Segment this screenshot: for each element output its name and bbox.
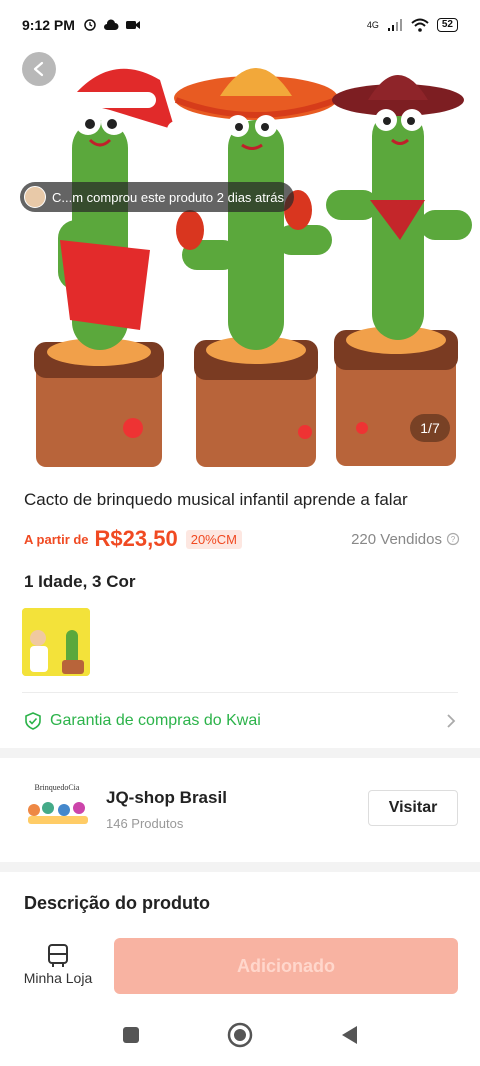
system-navigation-bar — [0, 1004, 480, 1066]
bottom-action-bar: Minha Loja Adicionado — [0, 930, 480, 1004]
variant-thumbnail[interactable] — [22, 608, 90, 676]
cactus-left-illustration — [34, 68, 185, 467]
my-store-label: Minha Loja — [23, 970, 93, 986]
store-icon — [48, 944, 68, 967]
status-time: 9:12 PM — [22, 17, 75, 33]
add-to-cart-button[interactable]: Adicionado — [114, 938, 458, 994]
product-image-carousel[interactable]: C...m comprou este produto 2 dias atrás … — [0, 0, 480, 470]
price-row: A partir de R$23,50 20%CM 220 Vendidos ? — [24, 524, 460, 554]
shop-product-count: 146 Produtos — [106, 816, 184, 831]
status-bar: 9:12 PM 4G 52 — [0, 0, 480, 50]
variant-summary[interactable]: 1 Idade, 3 Cor — [24, 572, 135, 592]
triangle-back-icon[interactable] — [339, 1024, 359, 1046]
variant-thumbnail-image — [22, 608, 90, 676]
signal-icon — [387, 19, 402, 31]
price-prefix: A partir de — [24, 531, 89, 547]
shop-logo[interactable]: BrinquedoCia — [22, 778, 92, 838]
shop-logo-text: BrinquedoCia — [35, 783, 80, 792]
video-camera-icon — [125, 21, 140, 29]
recent-purchase-toast: C...m comprou este produto 2 dias atrás — [20, 182, 294, 212]
square-icon[interactable] — [121, 1025, 141, 1045]
chevron-right-icon — [447, 714, 456, 728]
network-type: 4G — [366, 20, 379, 30]
wifi-icon — [411, 18, 429, 32]
battery-indicator: 52 — [436, 18, 458, 32]
visit-shop-button[interactable]: Visitar — [368, 790, 458, 826]
cloud-icon — [103, 19, 119, 30]
sold-count-text: 220 Vendidos — [351, 530, 442, 548]
product-title: Cacto de brinquedo musical infantil apre… — [24, 490, 408, 509]
svg-text:?: ? — [451, 535, 456, 544]
back-button[interactable] — [22, 52, 56, 86]
image-page-indicator: 1/7 — [410, 414, 450, 442]
purchase-guarantee-row[interactable]: Garantia de compras do Kwai — [24, 704, 456, 738]
circle-icon[interactable] — [227, 1022, 253, 1048]
product-price: R$23,50 — [94, 526, 178, 551]
description-title: Descrição do produto — [24, 893, 211, 913]
back-arrow-icon — [33, 61, 44, 77]
recent-purchase-text: C...m comprou este produto 2 dias atrás — [52, 189, 284, 205]
product-photo — [34, 68, 472, 467]
shop-logo-image: BrinquedoCia — [22, 778, 92, 838]
shield-check-icon — [25, 712, 41, 730]
question-icon: ? — [446, 532, 460, 546]
guarantee-label: Garantia de compras do Kwai — [50, 712, 261, 729]
discount-badge: 20%CM — [185, 529, 242, 549]
shop-name[interactable]: JQ-shop Brasil — [106, 788, 227, 808]
buyer-avatar — [24, 186, 46, 208]
divider — [22, 692, 458, 693]
section-separator — [0, 748, 480, 758]
section-separator — [0, 862, 480, 872]
cactus-middle-illustration — [174, 68, 338, 467]
cactus-right-illustration — [326, 75, 472, 466]
my-store-button[interactable]: Minha Loja — [18, 942, 98, 986]
sold-count[interactable]: 220 Vendidos ? — [351, 531, 460, 548]
alarm-icon — [84, 19, 96, 31]
